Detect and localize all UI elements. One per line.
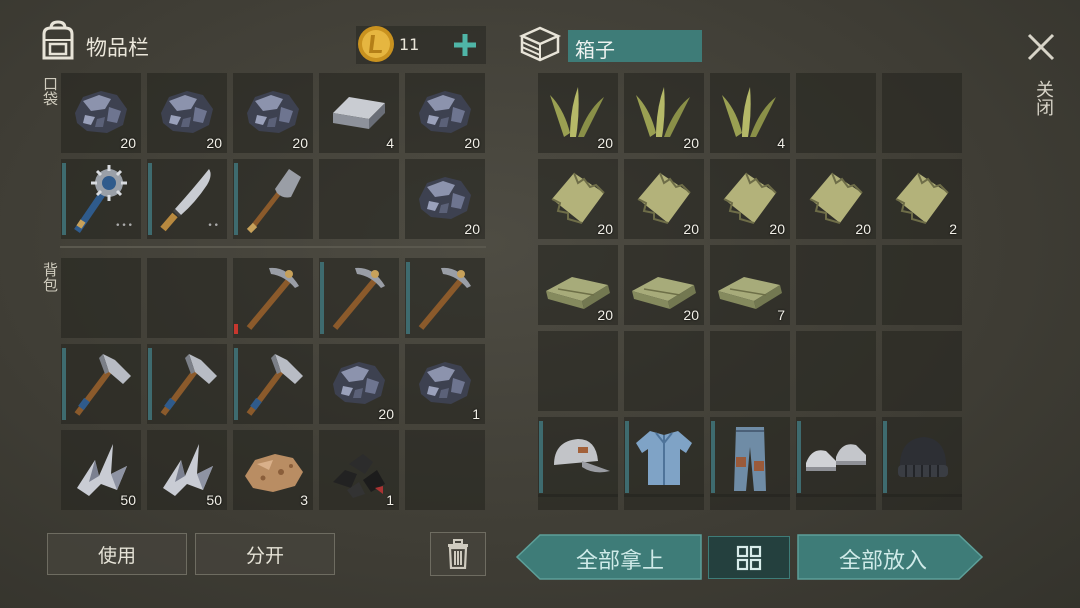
- backpack-slot[interactable]: 20: [319, 344, 399, 424]
- item-quantity: 20: [464, 221, 480, 237]
- trash-button[interactable]: [430, 532, 486, 576]
- close-icon: [1027, 33, 1055, 61]
- box-slot[interactable]: [796, 417, 876, 497]
- use-button-label: 使用: [97, 544, 136, 567]
- coin-icon: [356, 24, 396, 64]
- box-slot[interactable]: 20: [538, 73, 618, 153]
- pocket-slot[interactable]: 20: [233, 73, 313, 153]
- item-quantity: 50: [120, 492, 136, 508]
- box-slot[interactable]: [882, 417, 962, 497]
- box-slot[interactable]: [538, 417, 618, 497]
- box-grid-overflow: [538, 494, 962, 510]
- item-quantity: 20: [120, 135, 136, 151]
- box-slot[interactable]: 20: [796, 159, 876, 239]
- box-icon: [518, 24, 562, 64]
- item-quantity: 1: [386, 492, 394, 508]
- box-slot[interactable]: [882, 245, 962, 325]
- box-title: 箱子: [575, 38, 615, 62]
- pocket-slot[interactable]: [319, 159, 399, 239]
- item-quantity: 3: [300, 492, 308, 508]
- pocket-slot[interactable]: 20: [147, 73, 227, 153]
- backpack-slot[interactable]: 1: [319, 430, 399, 510]
- put-all-label: 全部放入: [838, 549, 927, 574]
- box-slot[interactable]: [882, 73, 962, 153]
- backpack-slot[interactable]: [233, 344, 313, 424]
- box-slot[interactable]: 20: [538, 245, 618, 325]
- backpack-slot[interactable]: [405, 430, 485, 510]
- item-quantity: 1: [472, 406, 480, 422]
- box-slot[interactable]: [624, 417, 704, 497]
- backpack-slot[interactable]: [61, 344, 141, 424]
- backpack-slot[interactable]: 50: [61, 430, 141, 510]
- box-slot[interactable]: 20: [624, 73, 704, 153]
- item-quantity: 20: [683, 221, 699, 237]
- sort-button[interactable]: [708, 536, 790, 579]
- box-slot[interactable]: [796, 245, 876, 325]
- trash-icon: [448, 539, 468, 569]
- backpack-slot[interactable]: [233, 258, 313, 338]
- split-button-label: 分开: [245, 544, 284, 567]
- pocket-slot[interactable]: 20: [405, 73, 485, 153]
- close-button[interactable]: [1024, 30, 1058, 64]
- add-coins-icon[interactable]: [452, 32, 478, 58]
- item-quantity: 20: [855, 221, 871, 237]
- box-slot[interactable]: [882, 331, 962, 411]
- item-quantity: 20: [597, 307, 613, 323]
- box-slot[interactable]: 20: [624, 159, 704, 239]
- take-all-label: 全部拿上: [575, 549, 664, 574]
- grid-icon: [736, 545, 762, 571]
- backpack-icon: [38, 20, 78, 62]
- item-quantity: 20: [206, 135, 222, 151]
- box-slot[interactable]: 20: [624, 245, 704, 325]
- box-slot[interactable]: [796, 331, 876, 411]
- item-quantity: 2: [949, 221, 957, 237]
- pocket-slot[interactable]: 20: [61, 73, 141, 153]
- backpack-slot[interactable]: [405, 258, 485, 338]
- use-button[interactable]: 使用: [47, 533, 187, 575]
- pocket-divider: [60, 246, 486, 248]
- pocket-slot[interactable]: 20: [405, 159, 485, 239]
- item-quantity: 4: [777, 135, 785, 151]
- box-slot[interactable]: [710, 417, 790, 497]
- backpack-slot[interactable]: [147, 258, 227, 338]
- item-quantity: 20: [683, 307, 699, 323]
- item-quantity: 20: [378, 406, 394, 422]
- pocket-label: 口袋: [41, 76, 59, 106]
- inventory-title: 物品栏: [86, 36, 149, 60]
- backpack-label: 背包: [41, 262, 59, 292]
- pocket-slot[interactable]: [233, 159, 313, 239]
- box-slot[interactable]: [796, 73, 876, 153]
- box-slot[interactable]: 20: [710, 159, 790, 239]
- backpack-slot[interactable]: 50: [147, 430, 227, 510]
- backpack-slot[interactable]: [147, 344, 227, 424]
- split-button[interactable]: 分开: [195, 533, 335, 575]
- coin-count: 11: [399, 35, 420, 54]
- item-quantity: 20: [769, 221, 785, 237]
- item-quantity: 4: [386, 135, 394, 151]
- item-quantity: 20: [597, 135, 613, 151]
- pocket-slot[interactable]: •••: [61, 159, 141, 239]
- item-quantity: 7: [777, 307, 785, 323]
- backpack-slot[interactable]: 3: [233, 430, 313, 510]
- box-slot[interactable]: 2: [882, 159, 962, 239]
- pocket-slot[interactable]: 4: [319, 73, 399, 153]
- box-slot[interactable]: [624, 331, 704, 411]
- item-quantity: 20: [292, 135, 308, 151]
- item-quantity: 20: [683, 135, 699, 151]
- close-label[interactable]: 关闭: [1030, 80, 1056, 116]
- item-quantity: 20: [464, 135, 480, 151]
- box-slot[interactable]: 20: [538, 159, 618, 239]
- box-slot[interactable]: 7: [710, 245, 790, 325]
- item-quantity: 50: [206, 492, 222, 508]
- pocket-slot[interactable]: ••: [147, 159, 227, 239]
- backpack-slot[interactable]: 1: [405, 344, 485, 424]
- item-level-dots: •••: [115, 221, 134, 231]
- box-slot[interactable]: 4: [710, 73, 790, 153]
- backpack-slot[interactable]: [61, 258, 141, 338]
- backpack-slot[interactable]: [319, 258, 399, 338]
- item-level-dots: ••: [207, 221, 220, 231]
- item-quantity: 20: [597, 221, 613, 237]
- box-slot[interactable]: [710, 331, 790, 411]
- box-slot[interactable]: [538, 331, 618, 411]
